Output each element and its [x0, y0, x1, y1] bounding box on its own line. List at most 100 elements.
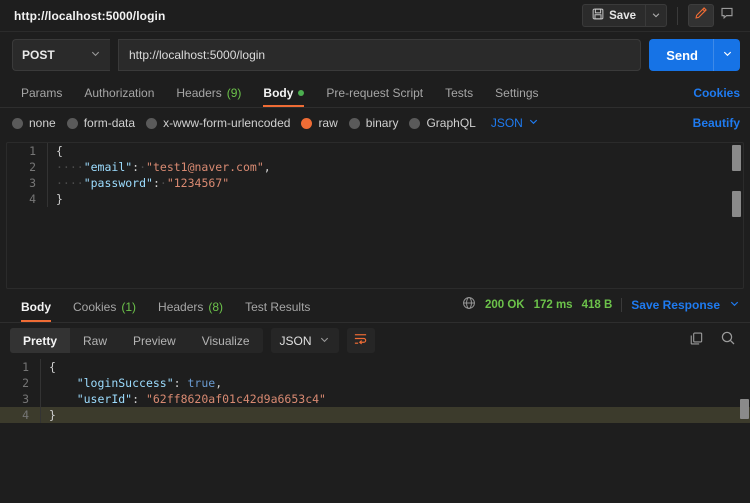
comment-icon — [720, 6, 734, 25]
line-content: { — [48, 143, 63, 159]
request-tabs: Params Authorization Headers (9) Body Pr… — [0, 78, 750, 108]
tab-label: Body — [263, 85, 294, 100]
token: { — [49, 359, 56, 374]
tab-count: (9) — [226, 85, 242, 100]
body-type-binary[interactable]: binary — [347, 116, 408, 130]
tab-params[interactable]: Params — [10, 78, 73, 107]
response-tab-cookies[interactable]: Cookies (1) — [62, 293, 147, 322]
save-options-button[interactable] — [645, 4, 667, 27]
response-view-pretty[interactable]: Pretty — [10, 328, 71, 353]
http-method-select[interactable]: POST — [12, 39, 110, 71]
search-icon[interactable] — [720, 330, 736, 351]
url-input-value: http://localhost:5000/login — [129, 48, 266, 62]
tab-pre-request-script[interactable]: Pre-request Script — [315, 78, 434, 107]
response-body-code[interactable]: 1 { 2 "loginSuccess": true, 3 "userId": … — [0, 358, 750, 423]
token: : — [132, 391, 146, 406]
tab-headers[interactable]: Headers (9) — [165, 78, 252, 107]
edit-request-button[interactable] — [688, 4, 714, 27]
response-size: 418 B — [581, 299, 613, 311]
body-type-label: raw — [318, 116, 338, 130]
save-response-button[interactable]: Save Response — [631, 298, 720, 312]
body-type-label: none — [29, 116, 56, 130]
response-tab-body[interactable]: Body — [10, 293, 62, 322]
url-input[interactable]: http://localhost:5000/login — [118, 39, 642, 71]
response-view-visualize[interactable]: Visualize — [189, 328, 263, 353]
line-content: ····"password":·"1234567" — [48, 175, 229, 191]
response-view-raw[interactable]: Raw — [70, 328, 120, 353]
tab-label: Test Results — [245, 300, 311, 314]
status-code: 200 OK — [484, 299, 525, 311]
line-content: } — [41, 407, 56, 423]
body-type-form-data[interactable]: form-data — [65, 116, 144, 130]
chevron-down-icon — [722, 46, 733, 64]
token: · — [139, 160, 147, 174]
globe-icon[interactable] — [462, 296, 476, 315]
chevron-down-icon — [90, 48, 101, 62]
tab-label: Authorization — [84, 85, 155, 100]
body-type-none[interactable]: none — [10, 116, 65, 130]
response-view-switcher: Pretty Raw Preview Visualize — [10, 328, 263, 353]
token: } — [56, 192, 63, 206]
comment-request-button[interactable] — [714, 4, 740, 27]
token: : — [173, 375, 188, 390]
token: "password" — [83, 176, 153, 190]
token: } — [49, 407, 56, 422]
response-tabs: Body Cookies (1) Headers (8) Test Result… — [0, 293, 750, 323]
code-line-active: 4 } — [0, 406, 750, 423]
send-options-button[interactable] — [713, 39, 740, 71]
body-type-label: x-www-form-urlencoded — [163, 116, 291, 130]
body-type-graphql[interactable]: GraphQL — [407, 116, 484, 130]
body-type-urlencoded[interactable]: x-www-form-urlencoded — [144, 116, 299, 130]
view-label: Preview — [133, 333, 176, 348]
tab-authorization[interactable]: Authorization — [73, 78, 165, 107]
line-number: 1 — [22, 359, 29, 374]
send-button[interactable]: Send — [649, 39, 740, 71]
beautify-link[interactable]: Beautify — [693, 116, 740, 130]
request-body-editor[interactable]: 1 { 2 ····"email":·"test1@naver.com", 3 … — [6, 142, 744, 289]
request-title: http://localhost:5000/login — [14, 8, 166, 23]
meta-divider — [621, 298, 623, 312]
chevron-down-icon — [528, 116, 539, 130]
request-body-code[interactable]: 1 { 2 ····"email":·"test1@naver.com", 3 … — [7, 143, 743, 207]
body-type-raw[interactable]: raw — [299, 116, 346, 130]
code-line: 2 ····"email":·"test1@naver.com", — [7, 159, 743, 175]
response-tab-headers[interactable]: Headers (8) — [147, 293, 234, 322]
radio-icon — [348, 117, 360, 129]
word-wrap-icon — [353, 331, 368, 351]
response-body-viewer[interactable]: 1 { 2 "loginSuccess": true, 3 "userId": … — [0, 358, 750, 503]
tab-label: Headers — [158, 300, 204, 314]
body-language-select[interactable]: JSON — [491, 116, 539, 130]
editor-scrollbar-thumb[interactable] — [732, 191, 741, 217]
save-button-label: Save — [609, 9, 636, 22]
code-line: 3 ····"password":·"1234567" — [7, 175, 743, 191]
editor-scrollbar-thumb-top[interactable] — [732, 145, 741, 171]
http-method-value: POST — [22, 48, 55, 62]
tab-settings[interactable]: Settings — [484, 78, 549, 107]
tab-label: Pre-request Script — [326, 85, 424, 100]
token: "email" — [83, 160, 133, 174]
token: "62ff8620af01c42d9a6653c4" — [145, 391, 326, 406]
line-number: 3 — [29, 176, 36, 190]
response-tab-test-results[interactable]: Test Results — [234, 293, 321, 322]
line-number: 4 — [22, 407, 29, 422]
top-bar-actions: Save — [582, 4, 740, 27]
save-button[interactable]: Save — [582, 4, 645, 27]
copy-icon[interactable] — [689, 331, 704, 351]
chevron-down-icon[interactable] — [729, 296, 740, 314]
response-scrollbar-thumb[interactable] — [740, 398, 749, 419]
line-content: "userId": "62ff8620af01c42d9a6653c4" — [41, 391, 326, 407]
response-language-select[interactable]: JSON — [270, 328, 339, 353]
word-wrap-button[interactable] — [346, 328, 375, 353]
radio-icon — [146, 117, 158, 129]
radio-icon — [409, 117, 421, 129]
cookies-link[interactable]: Cookies — [693, 86, 740, 100]
token: true — [187, 375, 216, 390]
url-bar: POST http://localhost:5000/login Send — [0, 32, 750, 78]
tab-body[interactable]: Body — [252, 78, 315, 107]
response-view-preview[interactable]: Preview — [120, 328, 189, 353]
tab-tests[interactable]: Tests — [434, 78, 484, 107]
line-number: 3 — [22, 391, 29, 406]
view-label: Raw — [83, 333, 108, 348]
request-tabs-right: Cookies — [693, 78, 740, 107]
